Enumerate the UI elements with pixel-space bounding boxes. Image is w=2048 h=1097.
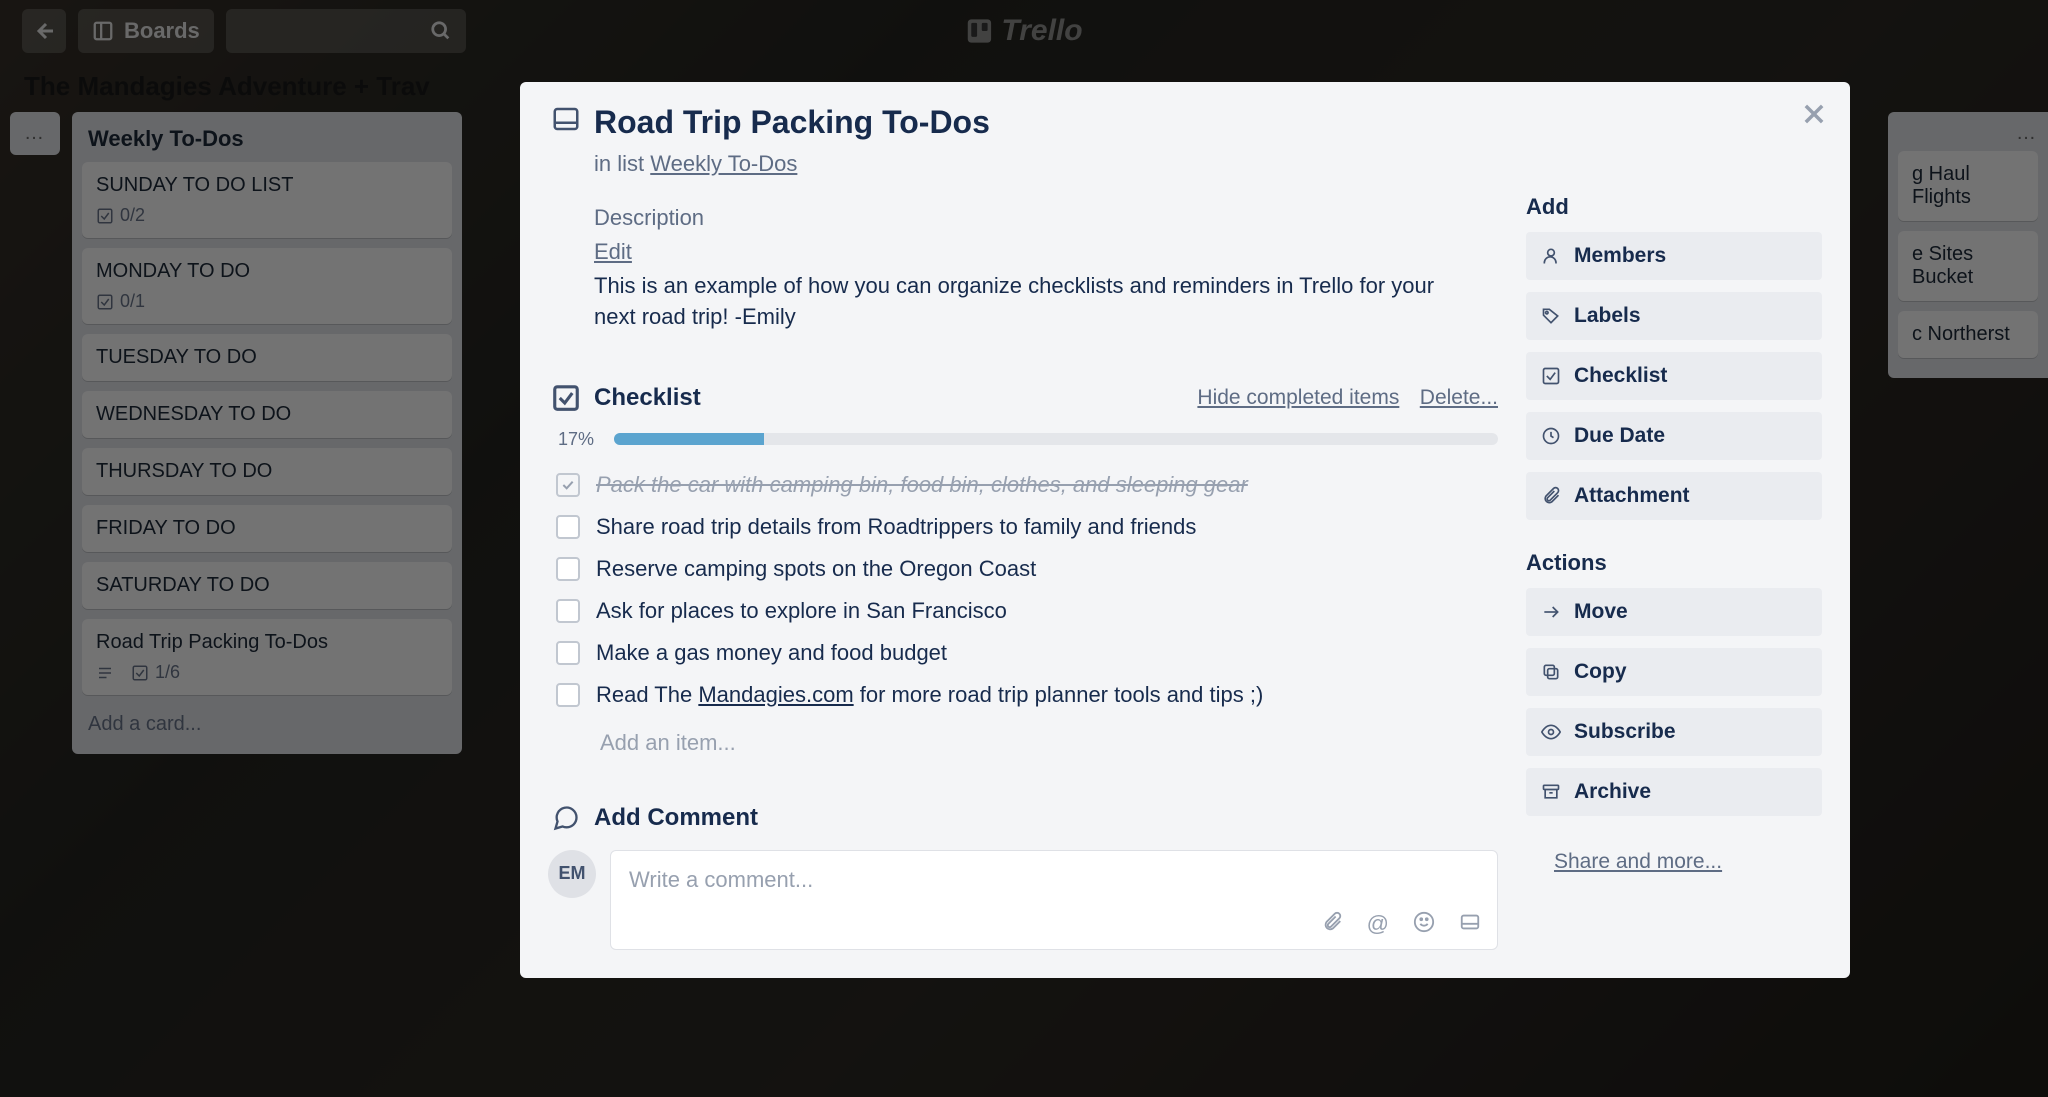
- checklist-item[interactable]: Pack the car with camping bin, food bin,…: [548, 464, 1498, 506]
- avatar[interactable]: EM: [548, 850, 596, 898]
- comment-icon: [548, 804, 584, 832]
- labels-button[interactable]: Labels: [1526, 292, 1822, 340]
- checklist-item-text: Reserve camping spots on the Oregon Coas…: [596, 556, 1036, 582]
- checklist-item-text: Read The Mandagies.com for more road tri…: [596, 682, 1263, 708]
- checkbox[interactable]: [556, 473, 580, 497]
- mention-icon[interactable]: @: [1367, 911, 1389, 937]
- progress-bar: [614, 433, 1498, 445]
- members-icon: [1540, 246, 1562, 266]
- checklist-item[interactable]: Ask for places to explore in San Francis…: [548, 590, 1498, 632]
- labels-icon: [1540, 306, 1562, 326]
- description-label: Description: [594, 205, 1498, 231]
- checklist-item-text: Pack the car with camping bin, food bin,…: [596, 472, 1248, 498]
- close-icon: [1800, 100, 1828, 128]
- emoji-icon[interactable]: [1413, 911, 1435, 937]
- checklist-item-text: Ask for places to explore in San Francis…: [596, 598, 1007, 624]
- checklist-btn-icon: [1540, 366, 1562, 386]
- subscribe-button[interactable]: Subscribe: [1526, 708, 1822, 756]
- modal-sidebar: Add Members Labels Checklist Due Date At…: [1526, 104, 1822, 950]
- modal-main: Road Trip Packing To-Dos in list Weekly …: [548, 104, 1498, 950]
- comment-placeholder: Write a comment...: [629, 867, 1479, 893]
- card-modal: Road Trip Packing To-Dos in list Weekly …: [520, 82, 1850, 978]
- edit-description-link[interactable]: Edit: [594, 239, 632, 265]
- add-checklist-item[interactable]: Add an item...: [600, 730, 1498, 756]
- comment-title: Add Comment: [594, 804, 758, 832]
- card-icon-small[interactable]: [1459, 911, 1481, 937]
- checkbox[interactable]: [556, 641, 580, 665]
- progress-fill: [614, 433, 764, 445]
- description-text[interactable]: This is an example of how you can organi…: [594, 271, 1474, 333]
- comment-toolbar: @: [1321, 911, 1481, 937]
- checkbox[interactable]: [556, 599, 580, 623]
- attachment-icon[interactable]: [1321, 911, 1343, 937]
- checklist-actions: Hide completed items Delete...: [1181, 386, 1498, 410]
- checklist-item[interactable]: Read The Mandagies.com for more road tri…: [548, 674, 1498, 716]
- copy-button[interactable]: Copy: [1526, 648, 1822, 696]
- clock-icon: [1540, 426, 1562, 446]
- in-list-link[interactable]: Weekly To-Dos: [650, 151, 797, 176]
- checkbox[interactable]: [556, 557, 580, 581]
- due-date-button[interactable]: Due Date: [1526, 412, 1822, 460]
- in-list: in list Weekly To-Dos: [594, 151, 1498, 177]
- checklist-item[interactable]: Share road trip details from Roadtripper…: [548, 506, 1498, 548]
- checklist-item-text: Share road trip details from Roadtripper…: [596, 514, 1196, 540]
- archive-icon: [1540, 782, 1562, 802]
- sidebar-actions-heading: Actions: [1526, 550, 1822, 576]
- check-icon: [560, 477, 576, 493]
- checklist-items: Pack the car with camping bin, food bin,…: [548, 464, 1498, 716]
- hide-completed-link[interactable]: Hide completed items: [1197, 386, 1399, 409]
- checklist-title[interactable]: Checklist: [594, 384, 1171, 412]
- checklist-item[interactable]: Make a gas money and food budget: [548, 632, 1498, 674]
- sidebar-add-heading: Add: [1526, 194, 1822, 220]
- subscribe-icon: [1540, 722, 1562, 742]
- progress-row: 17%: [558, 429, 1498, 450]
- archive-button[interactable]: Archive: [1526, 768, 1822, 816]
- checklist-item-text: Make a gas money and food budget: [596, 640, 947, 666]
- checkbox[interactable]: [556, 515, 580, 539]
- card-title[interactable]: Road Trip Packing To-Dos: [594, 104, 990, 141]
- progress-percent: 17%: [558, 429, 602, 450]
- checklist-icon: [548, 383, 584, 413]
- card-icon: [548, 104, 584, 134]
- close-button[interactable]: [1800, 100, 1828, 128]
- move-icon: [1540, 602, 1562, 622]
- checkbox[interactable]: [556, 683, 580, 707]
- checklist-item-link[interactable]: Mandagies.com: [698, 682, 853, 707]
- comment-input[interactable]: Write a comment... @: [610, 850, 1498, 950]
- members-button[interactable]: Members: [1526, 232, 1822, 280]
- checklist-item[interactable]: Reserve camping spots on the Oregon Coas…: [548, 548, 1498, 590]
- attachment-btn-icon: [1540, 486, 1562, 506]
- delete-checklist-link[interactable]: Delete...: [1420, 386, 1498, 409]
- copy-icon: [1540, 662, 1562, 682]
- attachment-button[interactable]: Attachment: [1526, 472, 1822, 520]
- move-button[interactable]: Move: [1526, 588, 1822, 636]
- checklist-button[interactable]: Checklist: [1526, 352, 1822, 400]
- share-link[interactable]: Share and more...: [1554, 850, 1722, 874]
